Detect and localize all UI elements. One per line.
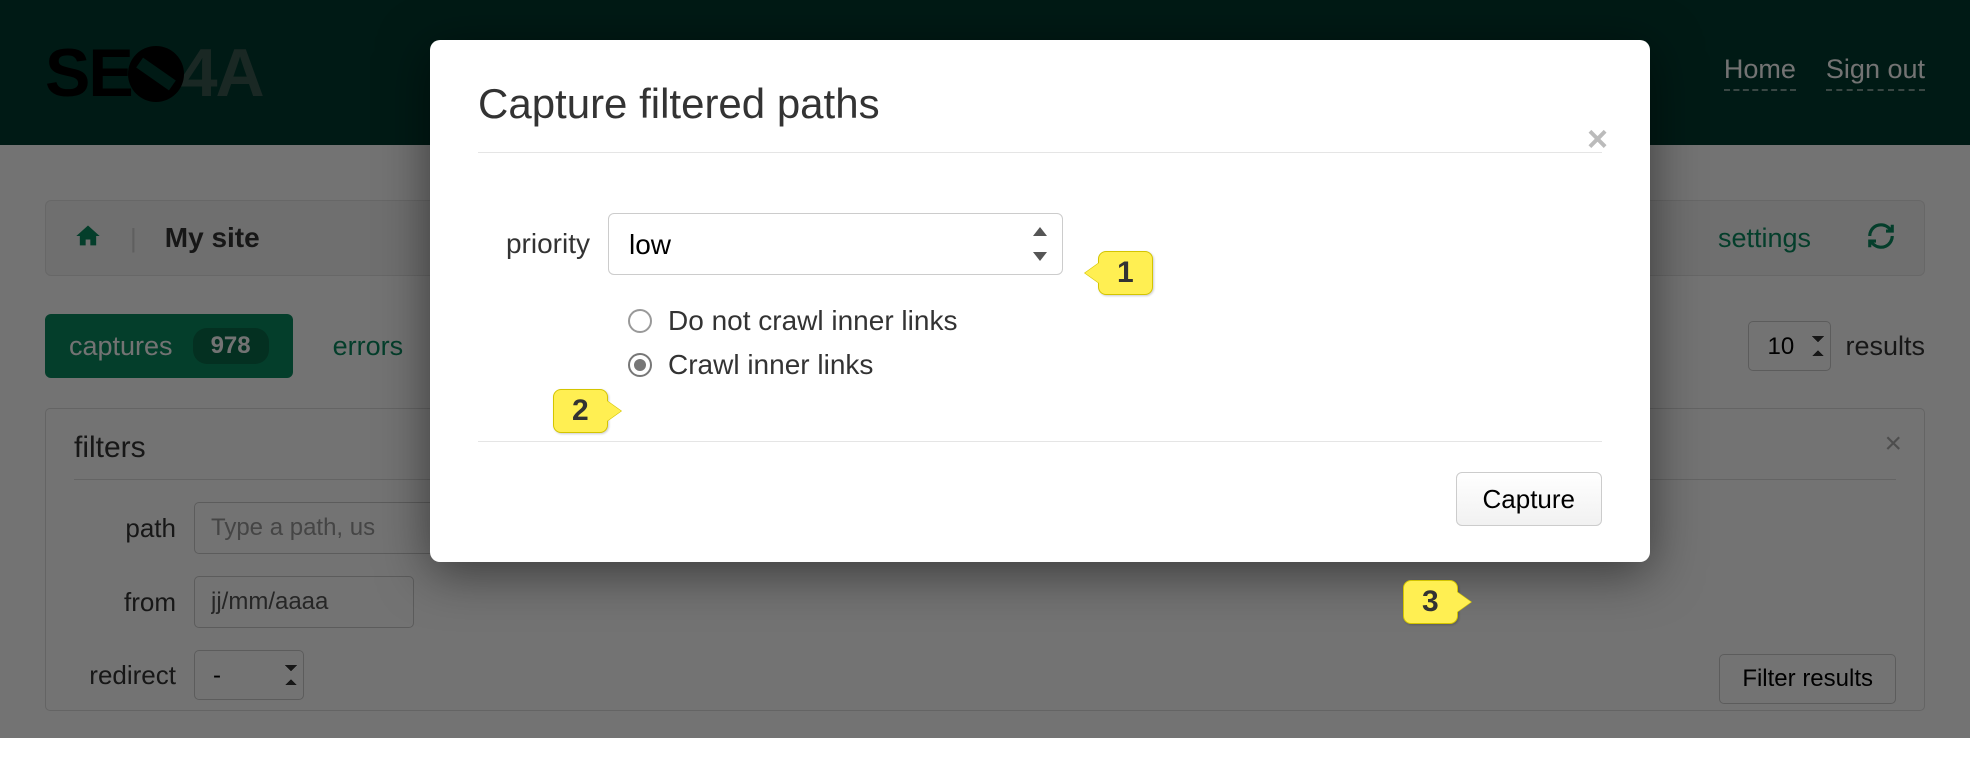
priority-label: priority [478,228,608,260]
priority-select[interactable]: low [608,213,1063,275]
capture-button[interactable]: Capture [1456,472,1603,526]
radio-icon [628,309,652,333]
annotation-3: 3 [1403,580,1458,624]
radio-crawl-label: Crawl inner links [668,349,873,381]
modal-close-icon[interactable]: × [1587,118,1608,160]
radio-crawl[interactable]: Crawl inner links [628,349,1602,381]
radio-do-not-crawl-label: Do not crawl inner links [668,305,957,337]
radio-do-not-crawl[interactable]: Do not crawl inner links [628,305,1602,337]
capture-paths-modal: Capture filtered paths × priority low Do… [430,40,1650,562]
modal-title: Capture filtered paths [478,80,1602,128]
divider [478,152,1602,153]
annotation-2: 2 [553,389,608,433]
radio-icon [628,353,652,377]
annotation-1: 1 [1098,251,1153,295]
